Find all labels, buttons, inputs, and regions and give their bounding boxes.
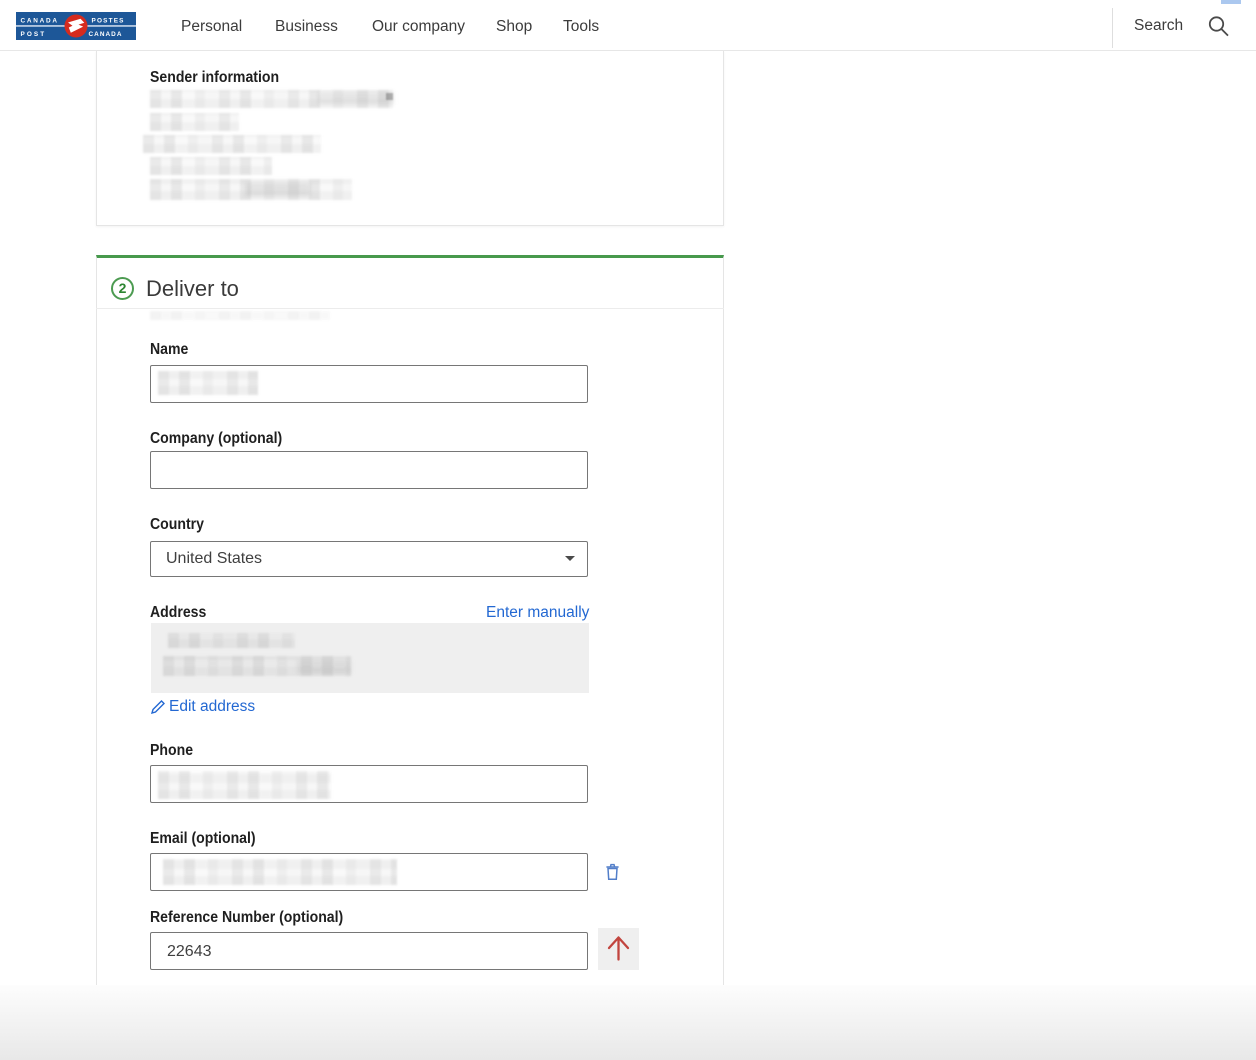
svg-text:CANADA: CANADA [21,18,59,25]
svg-text:CANADA: CANADA [89,31,123,38]
svg-text:POSTES: POSTES [92,18,125,25]
svg-text:POST: POST [21,31,47,38]
